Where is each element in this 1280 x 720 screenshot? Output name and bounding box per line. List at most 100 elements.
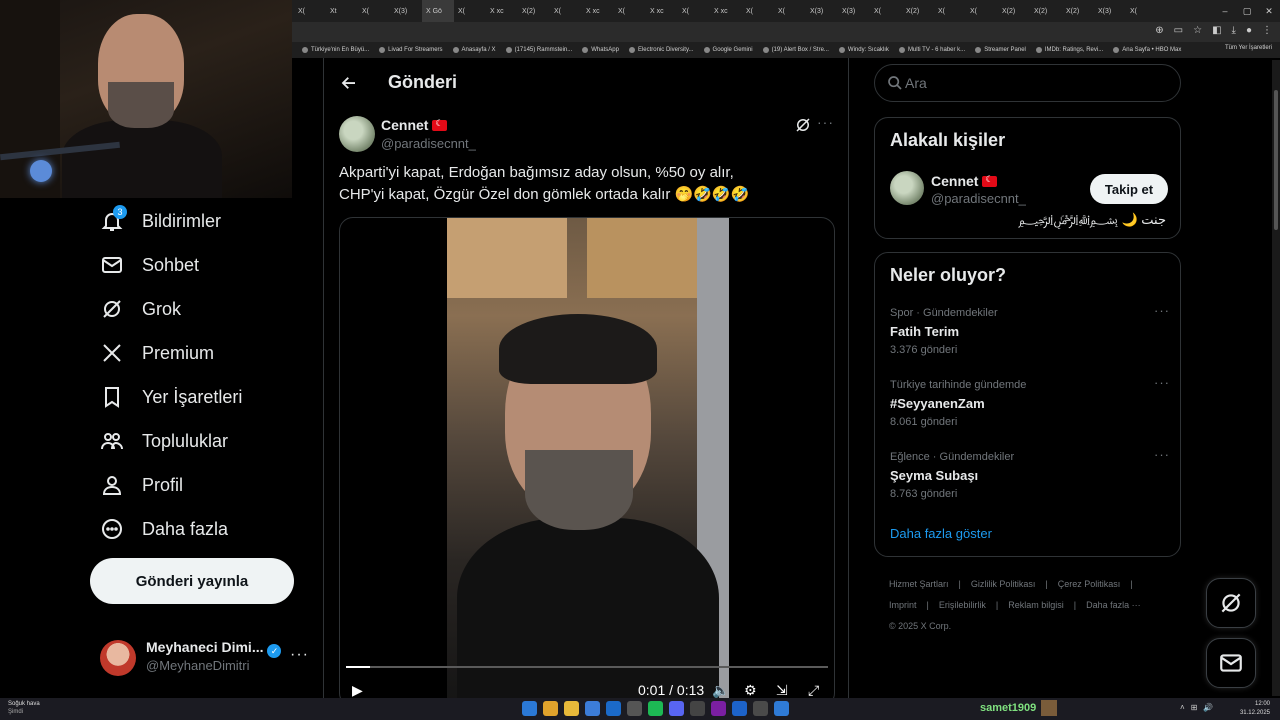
related-handle[interactable]: @paradisecnnt_ [931, 191, 1026, 206]
trend-more-icon[interactable]: ··· [1154, 303, 1170, 318]
search-input[interactable]: Ara [874, 64, 1181, 102]
weather-widget[interactable]: Soğuk hava Şimdi [8, 700, 40, 716]
browser-tab[interactable]: X xc [486, 0, 518, 22]
extensions-icon[interactable]: ◧ [1212, 25, 1221, 36]
chevron-up-icon[interactable]: ˄ [1180, 703, 1185, 712]
bookmark-item[interactable]: IMDb: Ratings, Revi... [1035, 47, 1103, 53]
page-scrollbar[interactable] [1272, 60, 1280, 696]
obs-icon[interactable] [711, 701, 726, 716]
spotify-icon[interactable] [648, 701, 663, 716]
nav-bookmarks[interactable]: Yer İşaretleri [100, 382, 242, 412]
browser-tab[interactable]: X( [870, 0, 902, 22]
menu-icon[interactable]: ⋮ [1262, 25, 1272, 36]
bookmark-item[interactable]: Electronic Diversity... [628, 47, 694, 53]
speaker-icon[interactable]: 🔊 [1203, 703, 1213, 712]
nav-premium[interactable]: Premium [100, 338, 214, 368]
nav-chat[interactable]: Sohbet [100, 250, 199, 280]
app-icon[interactable] [753, 701, 768, 716]
trend-item[interactable]: Spor · Gündemdekiler Fatih Terim 3.376 g… [890, 303, 1170, 367]
minimize-icon[interactable]: – [1214, 0, 1236, 22]
bookmark-item[interactable]: Streamer Panel [975, 47, 1026, 53]
browser-tab[interactable]: X(3) [390, 0, 422, 22]
browser-tab[interactable]: X(2) [998, 0, 1030, 22]
file-explorer-icon[interactable] [564, 701, 579, 716]
browser-tab[interactable]: X( [550, 0, 582, 22]
video-progress-bar[interactable] [346, 666, 828, 668]
browser-tab[interactable]: X(2) [902, 0, 934, 22]
footer-link[interactable]: Daha fazla ··· [1086, 600, 1141, 610]
profile-icon[interactable]: ● [1246, 25, 1252, 36]
back-arrow-icon[interactable] [340, 74, 358, 92]
bookmark-item[interactable]: WhatsApp [582, 47, 619, 53]
browser-tab[interactable]: X( [742, 0, 774, 22]
browser-tab[interactable]: X xc [646, 0, 678, 22]
tweet-author-handle[interactable]: @paradisecnnt_ [381, 136, 476, 151]
nav-profile[interactable]: Profil [100, 470, 183, 500]
messages-fab-button[interactable] [1206, 638, 1256, 688]
nav-notifications[interactable]: 3 Bildirimler [100, 205, 221, 236]
nav-more[interactable]: Daha fazla [100, 514, 228, 544]
browser-tab[interactable]: X(3) [838, 0, 870, 22]
bookmark-item[interactable]: Anasayfa / X [452, 47, 496, 53]
close-icon[interactable]: ✕ [1258, 0, 1280, 22]
bookmark-item[interactable]: (17145) Rammstein... [505, 47, 572, 53]
bookmark-item[interactable]: Google Gemini [703, 47, 753, 53]
browser-tab[interactable]: X( [774, 0, 806, 22]
trend-item[interactable]: Türkiye tarihinde gündemde #SeyyanenZam … [890, 375, 1170, 439]
browser-tab[interactable]: X( [966, 0, 998, 22]
all-bookmarks-link[interactable]: Tüm Yer İşaretleri [1225, 45, 1272, 51]
browser-tab[interactable]: X( [614, 0, 646, 22]
account-switcher[interactable]: Meyhaneci Dimi... ✓ @MeyhaneDimitri ··· [100, 636, 310, 680]
fullscreen-icon[interactable]: ⤢ [808, 682, 819, 698]
volume-icon[interactable]: 🔈 [712, 682, 729, 698]
windows-start-icon[interactable] [522, 701, 537, 716]
tweet-video[interactable]: ▶ 0:01 / 0:13 🔈 ⚙ ⇲ ⤢ [339, 217, 835, 698]
footer-link[interactable]: Hizmet Şartları [889, 579, 949, 589]
footer-link[interactable]: Erişilebilirlik [939, 600, 986, 610]
footer-link[interactable]: Imprint [889, 600, 917, 610]
grok-explain-icon[interactable] [794, 116, 812, 134]
cast-icon[interactable]: ▭ [1174, 25, 1183, 36]
show-more-link[interactable]: Daha fazla göster [890, 526, 992, 541]
nav-communities[interactable]: Topluluklar [100, 426, 228, 456]
zoom-icon[interactable]: ⊕ [1155, 25, 1163, 36]
bookmark-item[interactable]: Livad For Streamers [379, 47, 443, 53]
bookmark-item[interactable]: (19) Alert Box / Stre... [762, 47, 829, 53]
system-clock[interactable]: 12:00 31.12.2025 [1240, 700, 1270, 718]
trend-more-icon[interactable]: ··· [1154, 375, 1170, 390]
trend-item[interactable]: Eğlence · Gündemdekiler Şeyma Subaşı 8.7… [890, 447, 1170, 511]
browser-tab[interactable]: X(3) [1094, 0, 1126, 22]
browser-tab[interactable]: X(2) [1030, 0, 1062, 22]
browser-tab[interactable]: X( [294, 0, 326, 22]
browser-tab[interactable]: Xt [326, 0, 358, 22]
bookmark-item[interactable]: Ana Sayfa • HBO Max [1113, 47, 1181, 53]
download-icon[interactable]: ⤓ [1232, 25, 1236, 36]
browser-tab[interactable]: X( [678, 0, 710, 22]
scrollbar-thumb[interactable] [1274, 90, 1278, 230]
network-icon[interactable]: ⊞ [1191, 703, 1198, 712]
follow-button[interactable]: Takip et [1090, 174, 1168, 204]
nav-grok[interactable]: Grok [100, 294, 181, 324]
browser-tab[interactable]: X( [454, 0, 486, 22]
maximize-icon[interactable]: ▢ [1236, 0, 1258, 22]
browser-tab[interactable]: X Gö [422, 0, 454, 22]
browser-tab[interactable]: X(3) [806, 0, 838, 22]
app-icon[interactable] [690, 701, 705, 716]
browser-address-bar[interactable]: ⊕ ▭ ☆ ◧ ⤓ ● ⋮ [292, 22, 1280, 42]
grok-fab-button[interactable] [1206, 578, 1256, 628]
related-avatar[interactable] [890, 171, 924, 205]
trend-more-icon[interactable]: ··· [1154, 447, 1170, 462]
play-icon[interactable]: ▶ [352, 682, 363, 698]
bookmark-item[interactable]: Windy: Sıcaklık [838, 47, 889, 53]
account-more-icon[interactable]: ··· [290, 646, 309, 664]
app-icon[interactable] [732, 701, 747, 716]
browser-tab[interactable]: X( [358, 0, 390, 22]
store-icon[interactable] [585, 701, 600, 716]
app-icon[interactable] [774, 701, 789, 716]
related-name-wrap[interactable]: Cennet [931, 173, 998, 189]
discord-icon[interactable] [669, 701, 684, 716]
tweet-author-avatar[interactable] [339, 116, 375, 152]
app-icon[interactable] [627, 701, 642, 716]
browser-tab[interactable]: X xc [582, 0, 614, 22]
browser-tab[interactable]: X xc [710, 0, 742, 22]
